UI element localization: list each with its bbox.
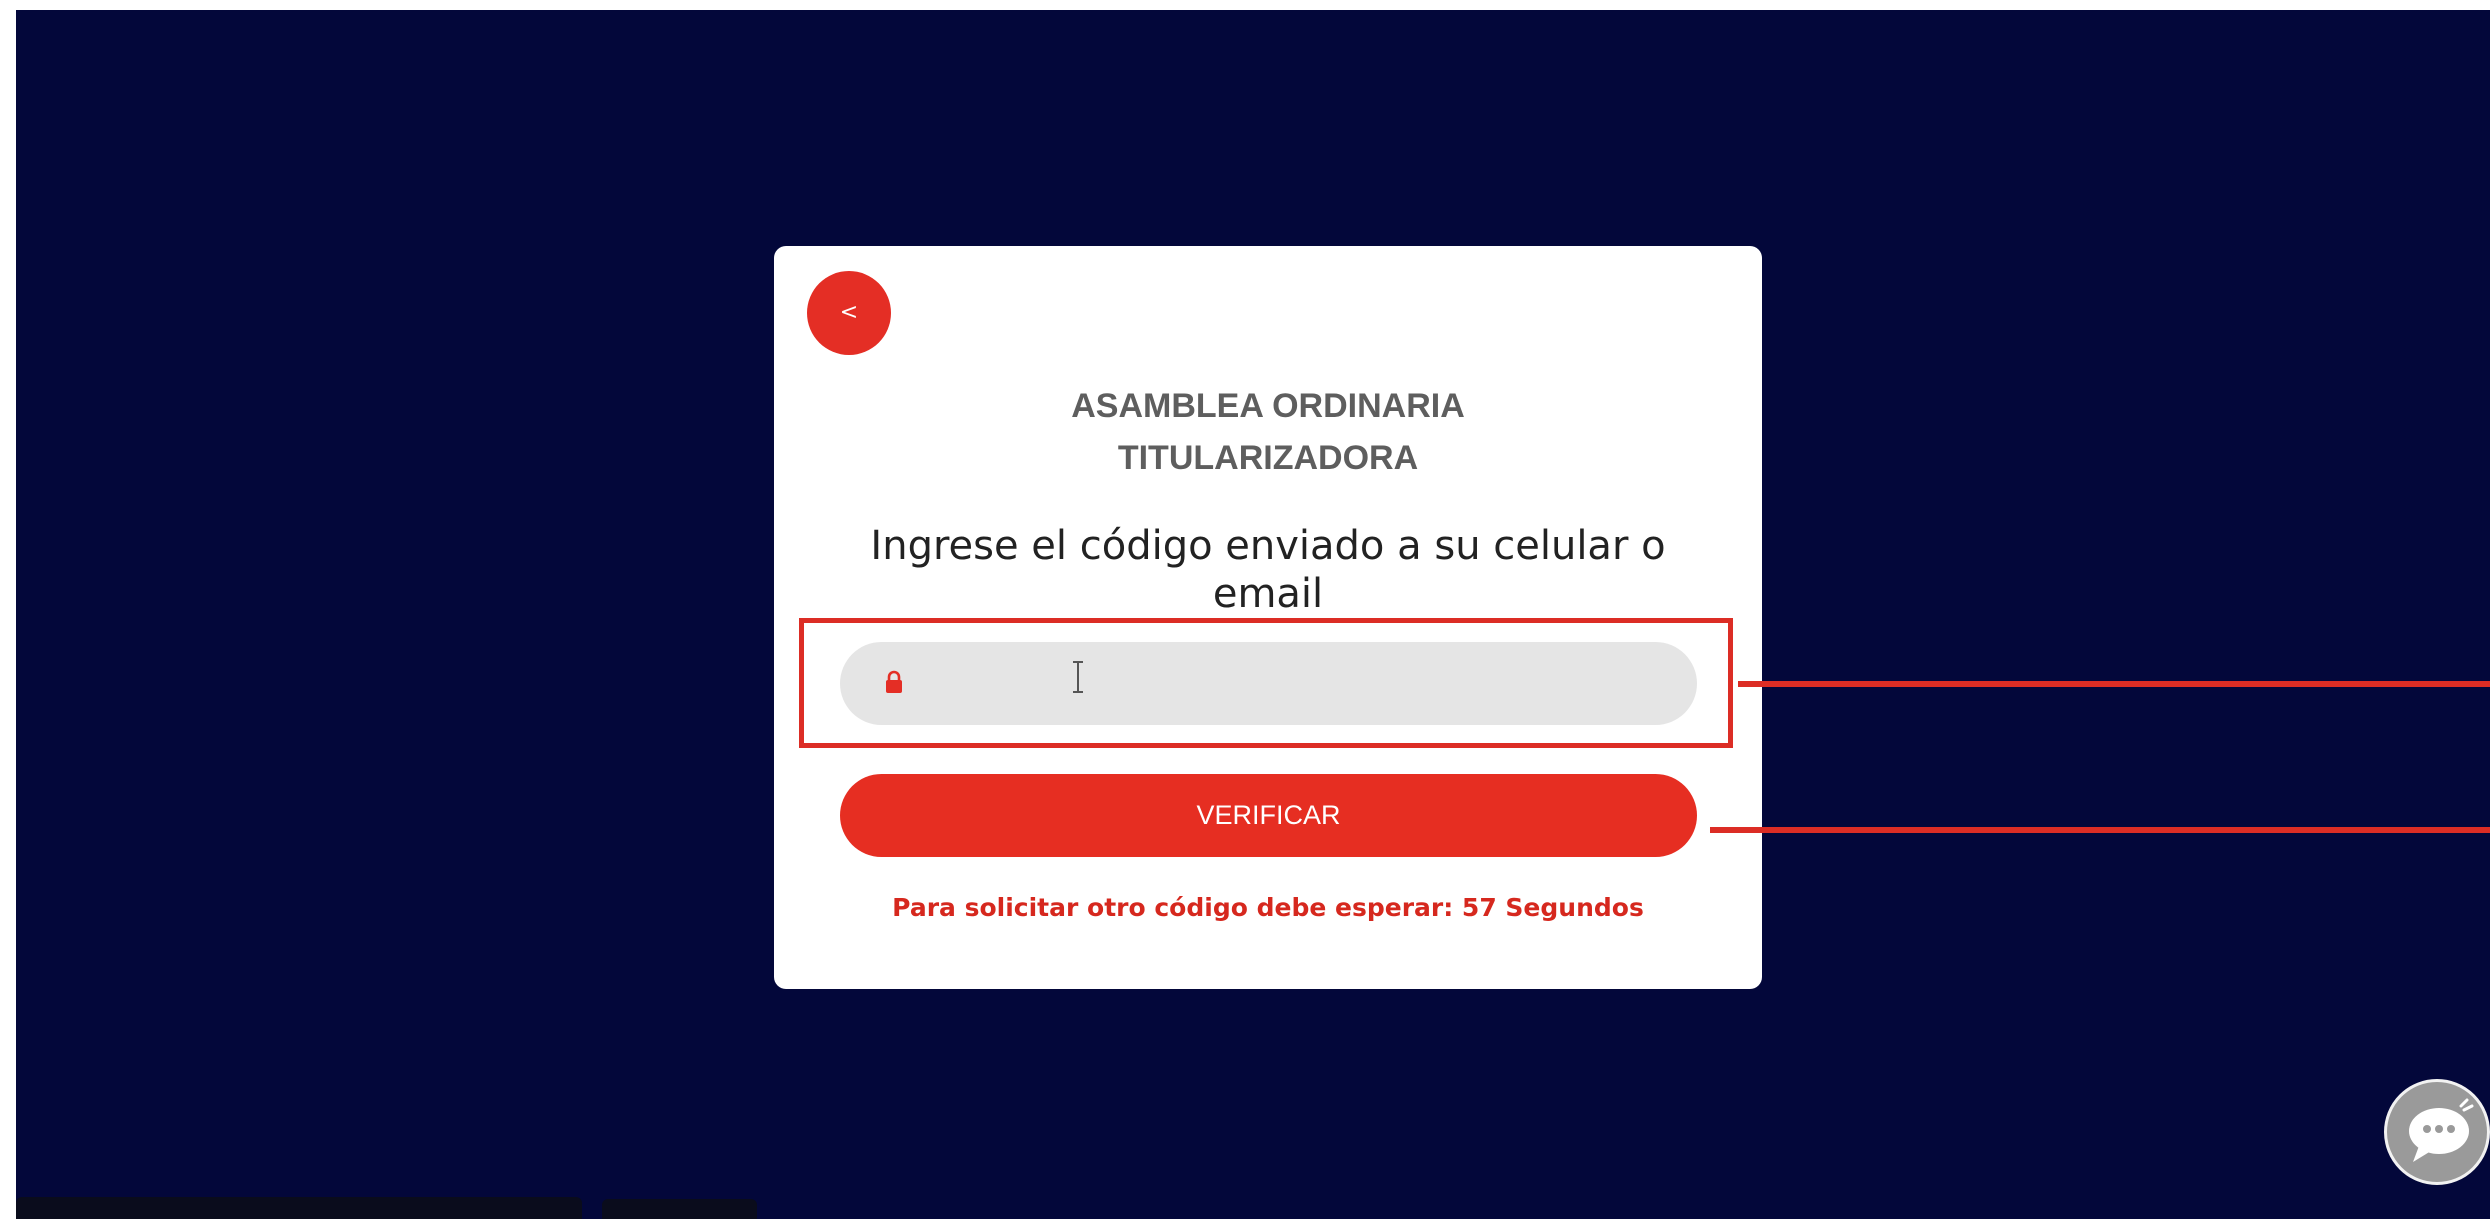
taskbar-segment [602, 1199, 757, 1219]
back-button[interactable]: < [807, 271, 891, 355]
chat-bubble-icon [2409, 1098, 2474, 1162]
resend-countdown: Para solicitar otro código debe esperar:… [892, 893, 1644, 922]
taskbar-segment [16, 1197, 582, 1219]
text-cursor-icon [1068, 660, 1088, 694]
chat-widget-button[interactable] [2384, 1079, 2490, 1185]
title-line-2: TITULARIZADORA [1117, 439, 1419, 477]
title-line-1: ASAMBLEA ORDINARIA [1071, 387, 1465, 425]
annotation-line [1738, 681, 2490, 687]
verify-button[interactable]: VERIFICAR [840, 774, 1697, 857]
lock-icon [885, 670, 903, 694]
code-input[interactable] [920, 650, 1684, 718]
annotation-line [1710, 827, 2490, 833]
page-title: ASAMBLEA ORDINARIA TITULARIZADORA [774, 380, 1762, 484]
code-prompt: Ingrese el código enviado a su celular o… [870, 523, 1666, 617]
